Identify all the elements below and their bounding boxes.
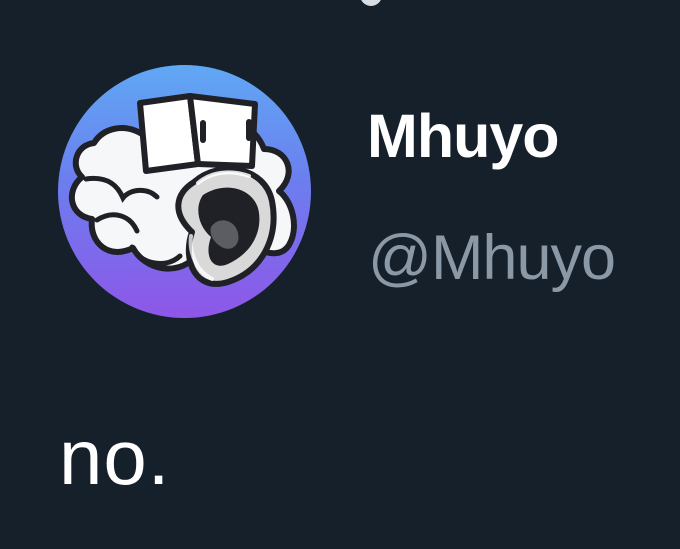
- username-handle[interactable]: @Mhuyo: [368, 220, 616, 296]
- tweet-text: no.: [59, 413, 171, 501]
- avatar[interactable]: [58, 65, 311, 318]
- display-name[interactable]: Mhuyo: [367, 100, 560, 172]
- white-cloud-creature-avatar-icon: [68, 93, 297, 287]
- tweet-card: Mhuyo @Mhuyo no.: [0, 0, 680, 549]
